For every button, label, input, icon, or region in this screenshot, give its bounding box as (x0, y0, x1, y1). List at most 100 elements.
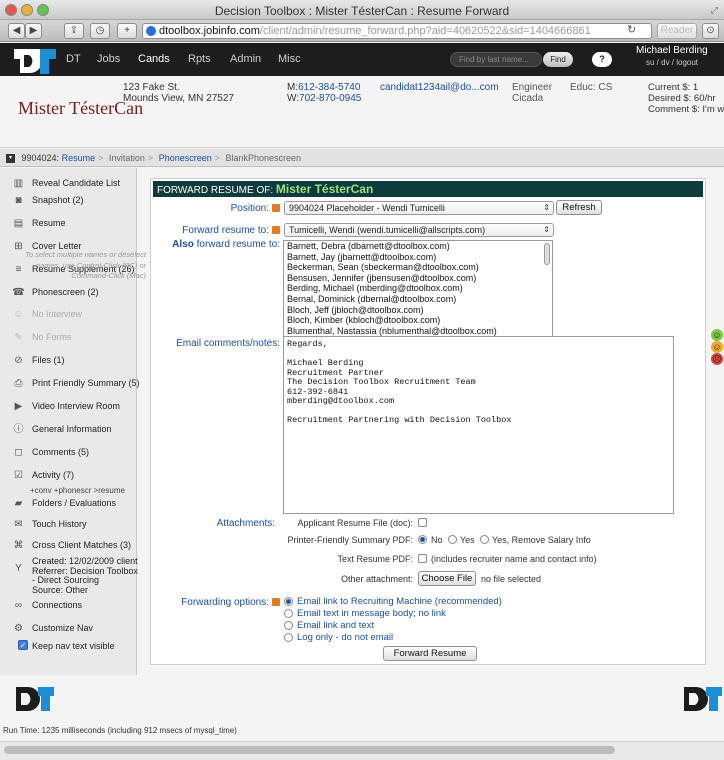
back-icon[interactable]: ◀ (8, 23, 25, 39)
downloads-icon[interactable]: ⊙ (702, 23, 719, 39)
pf-yes-remove-radio[interactable] (480, 535, 489, 544)
select-arrows-icon: ⇕ (543, 225, 550, 234)
camera-icon: ◙ (15, 195, 22, 206)
also-forward-option[interactable]: Bloch, Kimber (kbloch@dtoolbox.com) (284, 315, 552, 326)
also-forward-label: Also forward resume to: (172, 239, 280, 250)
work-prefix: W: (287, 93, 300, 104)
nav-admin[interactable]: Admin (230, 53, 261, 65)
also-forward-option[interactable]: Barnett, Jay (jbarnett@dtoolbox.com) (284, 252, 552, 263)
text-resume-label: Text Resume PDF: (337, 554, 413, 564)
fwd-opt4-radio[interactable] (284, 633, 293, 642)
add-bookmark-icon[interactable]: + (117, 23, 137, 39)
page-footer (0, 676, 724, 716)
happy-face-icon[interactable]: ☺ (711, 329, 723, 341)
neutral-face-icon[interactable]: ☺ (711, 341, 723, 353)
comments-label: Email comments/notes: (176, 338, 280, 349)
choose-file-button[interactable]: Choose File (418, 571, 476, 586)
candidate-salary: Current $: 1 Desired $: 60/hr Comment $:… (648, 82, 724, 115)
applicant-resume-checkbox[interactable] (418, 518, 427, 527)
pf-yes-label: Yes (460, 535, 475, 545)
horizontal-scrollbar[interactable] (0, 741, 724, 760)
refresh-button[interactable]: Refresh (556, 200, 602, 215)
forward-icon[interactable]: ▶ (25, 23, 42, 39)
also-forward-option[interactable]: Bensusen, Jennifer (jbensusen@dtoolbox.c… (284, 273, 552, 284)
title-bar: Decision Toolbox : Mister TésterCan : Re… (0, 0, 724, 20)
link-icon: ∞ (14, 600, 23, 611)
reload-icon[interactable]: ↻ (627, 23, 636, 36)
url-bar[interactable]: dtoolbox.jobinfo.com/client/admin/resume… (142, 23, 652, 39)
work-number[interactable]: 702-870-0945 (299, 93, 361, 104)
also-forward-option[interactable]: Bloch, Jeff (jbloch@dtoolbox.com) (284, 305, 552, 316)
list-scrollbar[interactable] (544, 243, 550, 265)
video-icon: ▶ (14, 401, 23, 412)
text-resume-checkbox[interactable] (418, 554, 427, 563)
breadcrumb-id: 9904024: (21, 153, 60, 163)
pf-yes-radio[interactable] (448, 535, 457, 544)
work-phone: W:702-870-0945 (287, 93, 361, 104)
panel-header: FORWARD RESUME OF: Mister TésterCan (153, 181, 703, 197)
required-icon (272, 598, 280, 607)
nav-misc[interactable]: Misc (278, 53, 301, 65)
salary-current: Current $: 1 (648, 82, 699, 93)
nav-rpts[interactable]: Rpts (188, 53, 211, 65)
salary-desired: Desired $: 60/hr (648, 93, 716, 104)
pf-yes-remove-label: Yes, Remove Salary Info (492, 535, 591, 545)
pf-no-label: No (431, 535, 443, 545)
breadcrumb-resume[interactable]: Resume (62, 153, 96, 163)
user-name: Michael Berding (636, 45, 708, 56)
address-line2: Mounds View, MN 27527 (123, 93, 234, 104)
multi-select-hint: To select multiple names or deselect nam… (24, 250, 146, 280)
app-nav: DT Jobs Cands Rpts Admin Misc Find by la… (0, 43, 724, 76)
forward-resume-button[interactable]: Forward Resume (383, 646, 477, 661)
paperclip-icon: ⊘ (14, 355, 23, 366)
also-forward-option[interactable]: Beckerman, Sean (sbeckerman@dtoolbox.com… (284, 262, 552, 273)
reader-button[interactable]: Reader (657, 23, 697, 39)
breadcrumb-menu-icon[interactable]: ▾ (6, 154, 15, 164)
fwd-opt1-radio[interactable] (284, 597, 293, 606)
find-button[interactable]: Find (543, 52, 573, 67)
nav-cands[interactable]: Cands (138, 53, 170, 65)
sad-face-icon[interactable]: ☹ (711, 353, 723, 365)
also-forward-option[interactable]: Bernal, Dominick (dbernal@dtoolbox.com) (284, 294, 552, 305)
site-icon (146, 26, 156, 36)
position-select[interactable]: 9904024 Placeholder - Wendi Tumicelli ⇕ (284, 201, 554, 215)
forward-to-select[interactable]: Tumicelli, Wendi (wendi.tumicelli@allscr… (284, 223, 554, 237)
also-forward-option[interactable]: Barnett, Debra (dbarnett@dtoolbox.com) (284, 241, 552, 252)
mobile-number[interactable]: 612-384-5740 (298, 82, 360, 93)
fullscreen-icon[interactable]: ⤢ (711, 5, 718, 16)
other-attachment-label: Other attachment: (340, 574, 413, 584)
select-arrows-icon: ⇕ (543, 203, 550, 212)
sidebar: ▥ Reveal Candidate List ◙ Snapshot (2) ▤ Re… (0, 168, 140, 675)
panel-header-prefix: FORWARD RESUME OF: (157, 185, 274, 196)
user-links[interactable]: su / dv / logout (646, 58, 698, 67)
form-icon: ✎ (14, 332, 23, 343)
gear-icon: ⚙ (14, 623, 23, 634)
activity-shortcuts[interactable]: +conv +phonescr >resume (30, 486, 125, 495)
candidate-email[interactable]: candidat1234ail@do...com (380, 82, 499, 93)
search-input[interactable]: Find by last name... (450, 52, 542, 67)
candidate-header: Mister TésterCan 123 Fake St. Mounds Vie… (0, 76, 724, 148)
breadcrumb-phonescreen[interactable]: Phonescreen (159, 153, 212, 163)
fwd-opt2-radio[interactable] (284, 609, 293, 618)
branch-icon: Y (15, 563, 22, 574)
fwd-opt3-radio[interactable] (284, 621, 293, 630)
also-forward-option[interactable]: Blumenthal, Nastassia (nblumenthal@dtool… (284, 326, 552, 337)
checklist-icon: ☑ (14, 470, 23, 481)
candidate-phones: M:612-384-5740 W:702-870-0945 (287, 82, 361, 104)
keep-nav-checkbox[interactable]: ✓ (18, 640, 28, 650)
url-host: dtoolbox.jobinfo.com (159, 25, 260, 37)
info-icon: ⓘ (13, 424, 24, 435)
help-button[interactable]: ? (592, 52, 612, 67)
envelope-icon: ✉ (14, 519, 23, 530)
history-icon[interactable]: ◷ (90, 23, 110, 39)
nav-jobs[interactable]: Jobs (97, 53, 120, 65)
pf-no-radio[interactable] (418, 535, 427, 544)
scrollbar-thumb[interactable] (4, 746, 615, 754)
phone-icon: ☎ (12, 287, 25, 298)
also-forward-option[interactable]: Berding, Michael (mberding@dtoolbox.com) (284, 283, 552, 294)
share-icon[interactable]: ⇪ (64, 23, 84, 39)
list-icon: ▥ (13, 178, 24, 189)
comments-textarea[interactable]: Regards, Michael Berding Recruitment Par… (283, 336, 674, 514)
nav-dt[interactable]: DT (66, 53, 81, 65)
candidate-address: 123 Fake St. Mounds View, MN 27527 (123, 82, 234, 104)
